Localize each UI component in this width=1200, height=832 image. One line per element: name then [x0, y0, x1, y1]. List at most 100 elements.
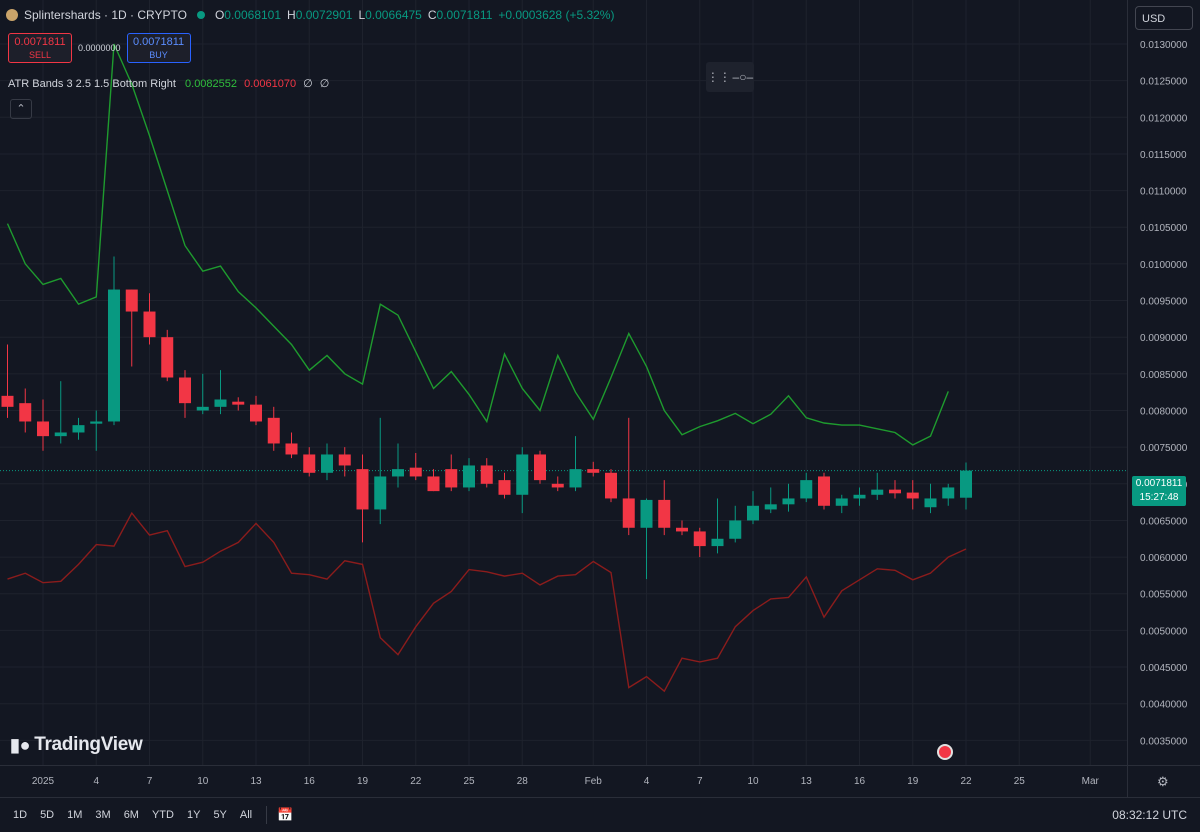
drag-handle-icon[interactable]: ⋮⋮ [707, 70, 731, 84]
candle-body [1, 395, 14, 407]
x-tick-label: 22 [410, 776, 422, 787]
y-tick-label: 0.0100000 [1140, 260, 1188, 271]
candle-body [445, 469, 458, 488]
gear-icon[interactable]: ⚙ [1157, 774, 1169, 790]
candle-body [605, 472, 617, 499]
candle-body [693, 531, 706, 547]
y-tick-label: 0.0055000 [1140, 590, 1188, 601]
spread-value: 0.0000000 [78, 43, 121, 53]
timeframe-1y[interactable]: 1Y [187, 809, 200, 821]
candle-body [889, 489, 901, 494]
upper-band-line [6, 43, 949, 446]
trade-panel: 0.0071811 SELL 0.0000000 0.0071811 BUY [8, 33, 191, 63]
y-tick-label: 0.0065000 [1140, 516, 1188, 527]
x-tick-label: Mar [1082, 776, 1100, 787]
lower-band-group [7, 511, 967, 693]
timeframe-ytd[interactable]: YTD [152, 809, 174, 821]
price-chart[interactable]: 0.0130000 0.0125000 0.0120000 0.0115000 0.01… [0, 0, 1200, 831]
y-tick-label: 0.0050000 [1140, 626, 1188, 637]
calendar-range-icon[interactable]: 📅 [277, 807, 293, 823]
x-tick-label: 7 [147, 776, 153, 787]
last-price-value: 0.0071811 [1135, 478, 1183, 489]
timeframe-1d[interactable]: 1D [13, 809, 27, 821]
x-tick-label: 16 [854, 776, 866, 787]
y-tick-label: 0.0115000 [1140, 150, 1187, 161]
timeframe-5d[interactable]: 5D [40, 809, 54, 821]
candle-body [658, 499, 671, 528]
last-price-label: 0.0071811 15:27:48 [1132, 476, 1186, 506]
market-status-icon [196, 11, 205, 19]
x-tick-label: 10 [747, 776, 759, 787]
timeframe-all[interactable]: All [240, 809, 252, 821]
candle-body [960, 470, 972, 498]
logo-text: TradingView [34, 734, 143, 755]
chevron-up-icon[interactable]: ⌃ [10, 99, 32, 119]
x-tick-label: 4 [644, 776, 650, 787]
candle-body [622, 498, 635, 528]
candle-body [747, 505, 759, 521]
candle-body [871, 489, 884, 495]
x-tick-label: 10 [197, 776, 209, 787]
buy-button[interactable]: 0.0071811 BUY [126, 33, 191, 63]
candle-body [250, 404, 262, 422]
candle-body [90, 421, 103, 424]
y-tick-label: 0.0085000 [1140, 370, 1188, 381]
candle-body [463, 465, 475, 488]
x-tick-label: 16 [304, 776, 316, 787]
candle-body [125, 289, 138, 312]
symbol-title[interactable]: Splintershards · 1D · CRYPTO [24, 8, 187, 22]
candle-body [285, 443, 298, 455]
y-tick-label: 0.0035000 [1140, 736, 1188, 747]
candle-body [409, 467, 422, 477]
symbol-legend: Splintershards · 1D · CRYPTO O0.0068101 … [6, 8, 614, 22]
chart-window: 0.0130000 0.0125000 0.0120000 0.0115000 0.01… [0, 0, 1200, 831]
candle-body [392, 469, 404, 477]
y-tick-label: 0.0060000 [1140, 553, 1188, 564]
y-tick-label: 0.0075000 [1140, 443, 1188, 454]
symbol-icon [6, 9, 18, 21]
timeframe-3m[interactable]: 3M [95, 809, 110, 821]
drawing-toolbar-widget[interactable]: ⋮⋮ –○– [706, 62, 754, 92]
toolbar-divider [266, 806, 268, 824]
candle-body [161, 337, 174, 378]
y-tick-label: 0.0130000 [1140, 40, 1188, 51]
candle-body [427, 476, 440, 492]
candle-body [906, 492, 919, 499]
candle-body [232, 401, 245, 405]
x-tick-label: 7 [697, 776, 703, 787]
candle-body [480, 465, 493, 484]
candle-body [924, 498, 937, 508]
y-tick-label: 0.0105000 [1140, 223, 1188, 234]
indicator-legend[interactable]: ATR Bands 3 2.5 1.5 Bottom Right 0.00825… [8, 77, 329, 90]
candle-body [374, 476, 387, 510]
candle-body [569, 469, 582, 488]
candle-body [551, 483, 564, 488]
utc-clock[interactable]: 08:32:12 UTC [1112, 808, 1187, 822]
candle-body [143, 311, 156, 338]
x-tick-label: 13 [801, 776, 813, 787]
y-tick-label: 0.0090000 [1140, 333, 1188, 344]
currency-select[interactable]: USD [1135, 6, 1193, 30]
x-tick-label: 28 [517, 776, 529, 787]
x-tick-label: 19 [907, 776, 919, 787]
candle-body [303, 454, 316, 473]
y-axis[interactable]: 0.0130000 0.0125000 0.0120000 0.0115000 0.01… [1140, 40, 1188, 747]
tradingview-logo[interactable]: ▮● TradingView [10, 734, 143, 756]
candle-body [800, 480, 813, 499]
us-flag-icon[interactable] [937, 744, 953, 760]
bottom-toolbar: 1D 5D 1M 3M 6M YTD 1Y 5Y All 📅 08:32:12 … [0, 797, 1200, 832]
timeframe-1m[interactable]: 1M [67, 809, 82, 821]
ohlc-open: O0.0068101 [214, 8, 282, 22]
candle-body [942, 487, 955, 499]
line-tool-icon[interactable]: –○– [733, 70, 754, 84]
x-axis[interactable]: 2025 4 7 10 13 16 19 22 25 28 Feb 4 7 10 13 16 19 22 25 Mar [32, 776, 1100, 787]
candle-body [729, 520, 742, 539]
ohlc-high: H0.0072901 [287, 8, 353, 22]
candle-body [640, 499, 653, 528]
timeframe-5y[interactable]: 5Y [213, 809, 226, 821]
tradingview-logo-icon: ▮● [10, 734, 31, 755]
ohlc-low: L0.0066475 [358, 8, 422, 22]
timeframe-6m[interactable]: 6M [124, 809, 139, 821]
sell-button[interactable]: 0.0071811 SELL [8, 33, 72, 63]
candle-body [498, 480, 511, 495]
